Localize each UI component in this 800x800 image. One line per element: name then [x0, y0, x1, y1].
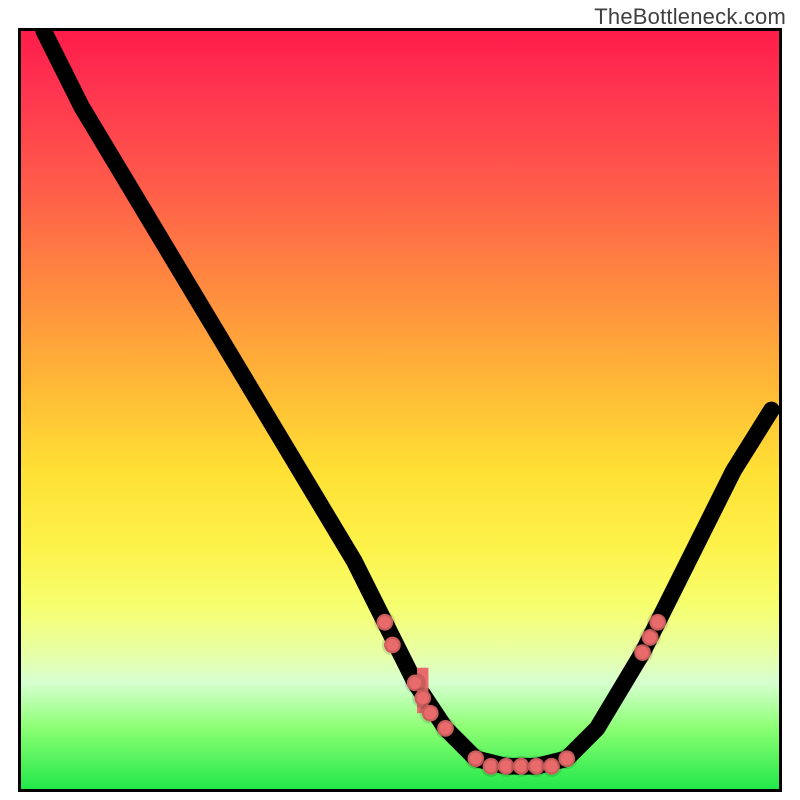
curve-svg — [21, 31, 779, 789]
curve-marker — [558, 750, 575, 767]
plot-area — [18, 28, 782, 792]
curve-marker — [422, 705, 439, 722]
watermark-text: TheBottleneck.com — [594, 4, 786, 30]
chart-stage: TheBottleneck.com — [0, 0, 800, 800]
curve-marker — [437, 720, 454, 737]
curve-marker — [384, 637, 401, 654]
curve-marker — [377, 614, 394, 631]
bottleneck-curve — [44, 31, 772, 766]
curve-marker — [649, 614, 666, 631]
